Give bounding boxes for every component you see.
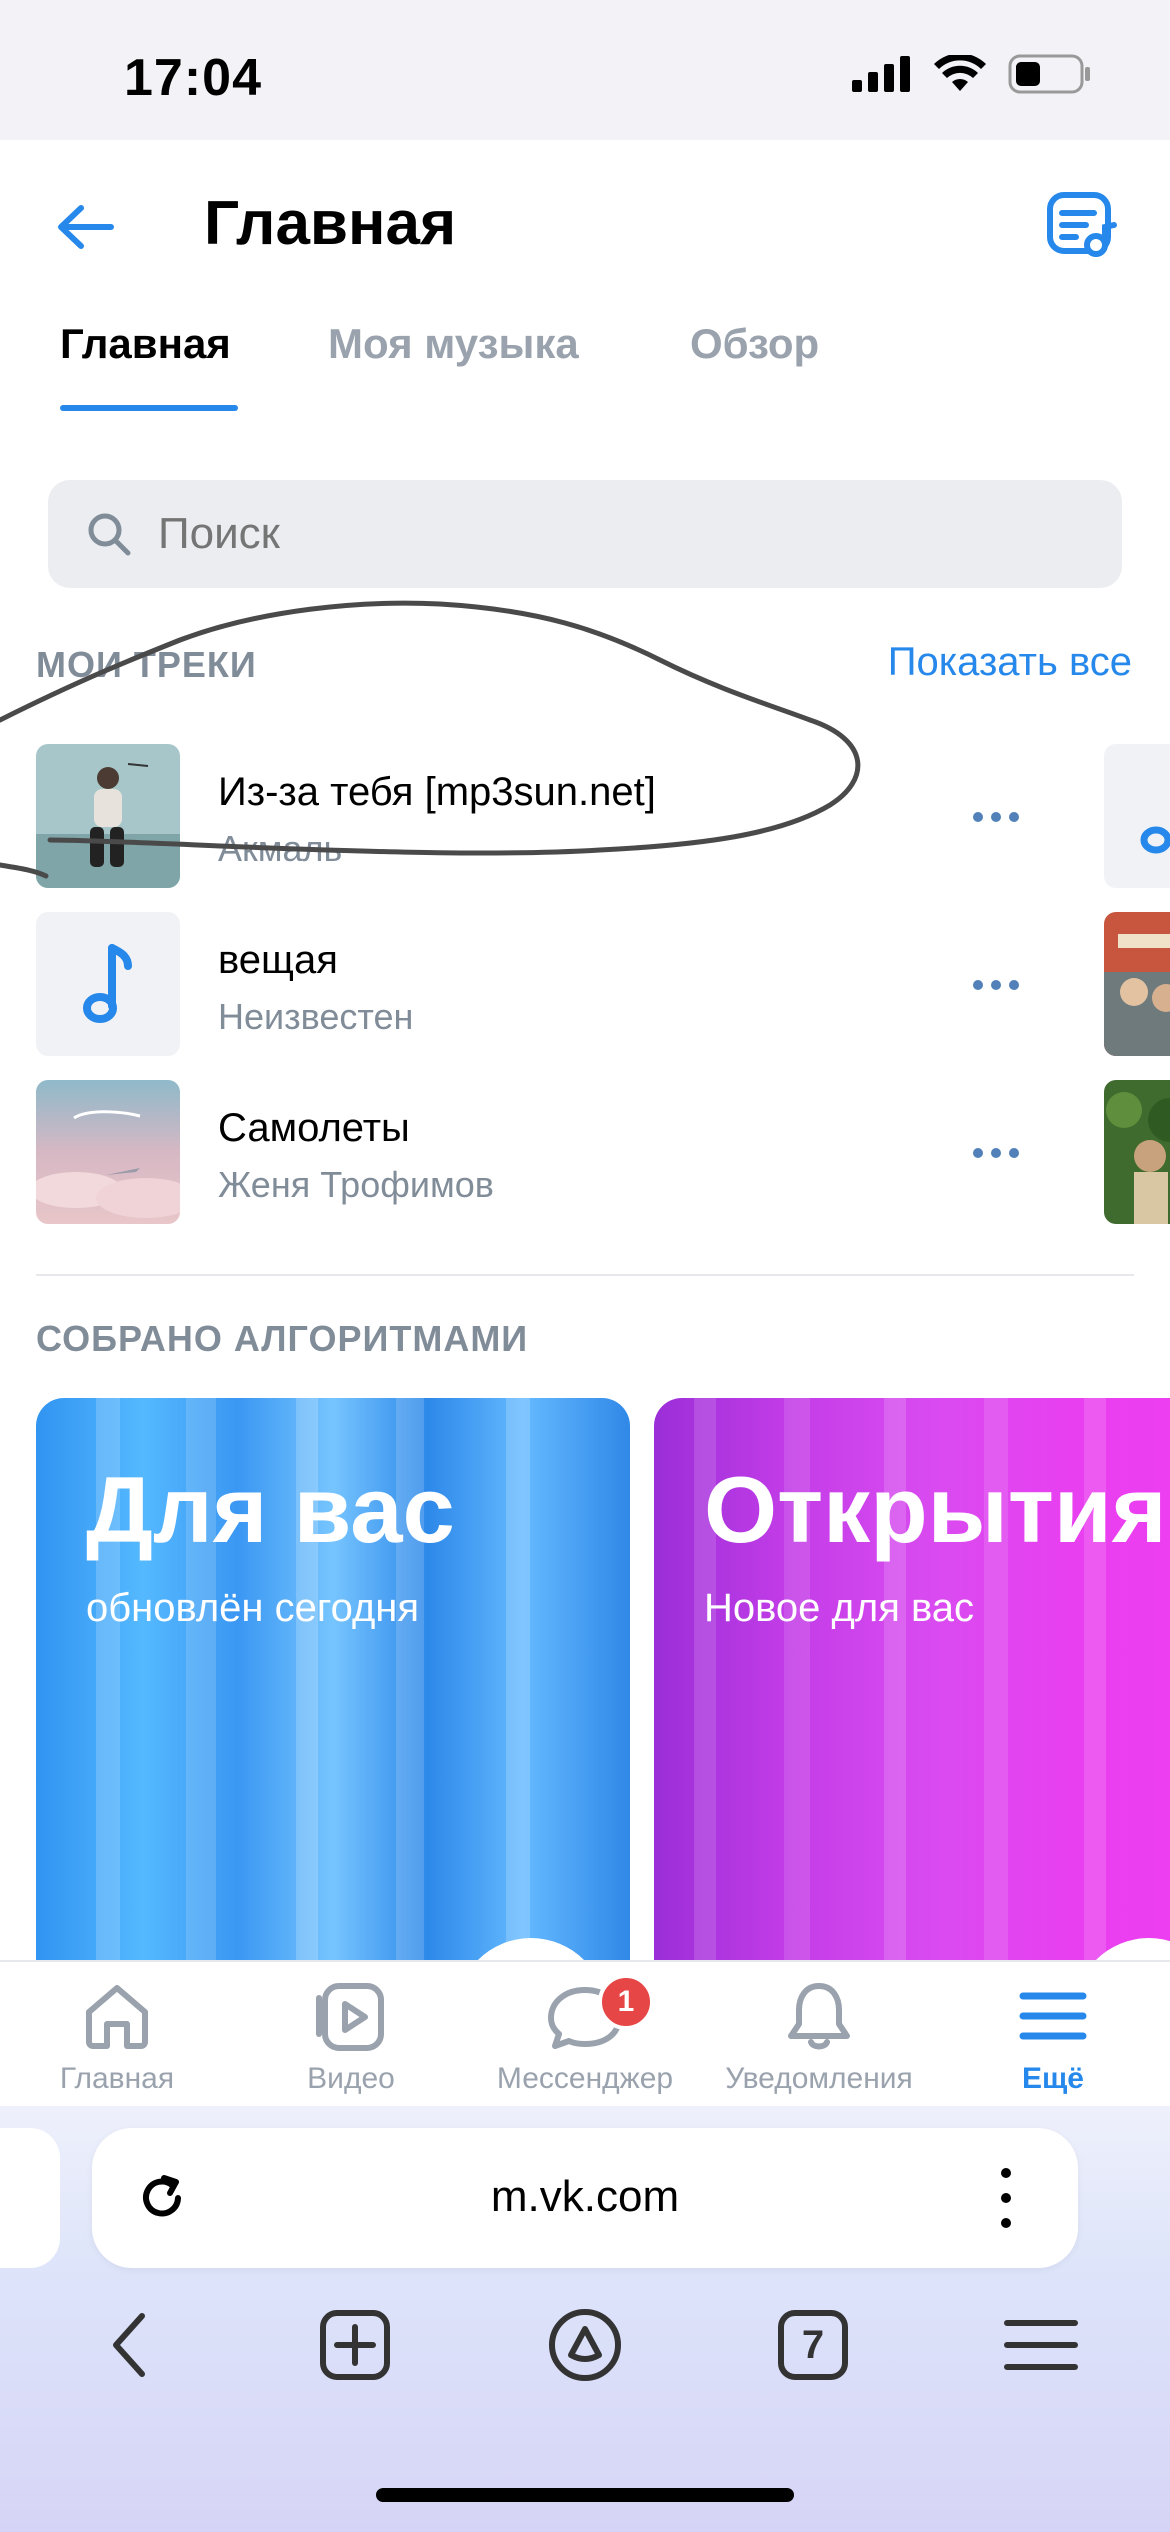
browser-menu-button[interactable] — [996, 2300, 1086, 2390]
home-icon — [86, 1985, 148, 2049]
tab-underline — [60, 405, 238, 411]
home-indicator — [376, 2488, 794, 2502]
url-text: m.vk.com — [490, 2172, 680, 2221]
arrow-left-icon — [58, 205, 114, 249]
tab-my-music[interactable]: Моя музыка — [328, 320, 579, 368]
more-options-button[interactable] — [956, 1128, 1036, 1178]
nav-label: Ещё — [1021, 2062, 1084, 2095]
nav-item-home[interactable]: Главная — [0, 1962, 234, 2108]
status-icons — [852, 54, 1092, 94]
track-artist: Женя Трофимов — [218, 1164, 494, 1205]
browser-back-button[interactable] — [84, 2300, 174, 2390]
header: Главная — [0, 140, 1170, 310]
card-title: Для вас — [86, 1457, 455, 1562]
track-title: Самолеты — [218, 1106, 410, 1150]
hamburger-icon — [1004, 2320, 1078, 2370]
nav-label: Главная — [59, 2062, 175, 2095]
more-icon — [973, 980, 983, 990]
tab-browse[interactable]: Обзор — [690, 320, 819, 368]
tabs-count: 7 — [801, 2322, 825, 2367]
section-title-algorithms: СОБРАНО АЛГОРИТМАМИ — [36, 1318, 529, 1359]
card-title: Открытия — [704, 1457, 1167, 1562]
track-title: вещая — [218, 938, 338, 982]
url-bar[interactable]: m.vk.com — [92, 2128, 1078, 2268]
tab-main[interactable]: Главная — [60, 320, 231, 368]
search-icon — [88, 513, 131, 556]
status-time: 17:04 — [124, 49, 262, 107]
battery-icon — [1008, 54, 1090, 94]
playlist-card-for-you[interactable]: Для вас обновлён сегодня — [36, 1398, 630, 1998]
bell-icon — [788, 1983, 850, 2050]
chevron-left-icon — [113, 2313, 145, 2377]
tabs-button[interactable]: 7 — [768, 2300, 858, 2390]
card-subtitle: обновлён сегодня — [86, 1586, 420, 1630]
search-input[interactable] — [158, 509, 958, 559]
playlist-icon — [1047, 192, 1117, 257]
more-icon — [973, 812, 983, 822]
bottom-nav: Главная Видео 1 Мессенджер Уведомления Е… — [0, 1960, 1170, 2106]
video-icon — [316, 1983, 384, 2051]
more-options-button[interactable] — [956, 960, 1036, 1010]
alice-icon — [549, 2309, 621, 2381]
search-bar[interactable] — [48, 480, 1122, 588]
track-item[interactable]: вещая Неизвестен — [0, 912, 1080, 1062]
nav-label: Видео — [307, 2062, 395, 2095]
scribble-annotation — [0, 600, 861, 879]
signal-icon — [852, 56, 910, 92]
plus-square-icon — [320, 2310, 390, 2380]
side-thumbnail[interactable] — [1104, 1080, 1170, 1224]
track-cover — [36, 912, 180, 1056]
music-note-icon — [1140, 826, 1170, 854]
back-button[interactable] — [50, 192, 120, 262]
wifi-icon — [934, 55, 986, 91]
nav-item-video[interactable]: Видео — [234, 1962, 468, 2108]
alice-button[interactable] — [540, 2300, 630, 2390]
side-thumbnail[interactable] — [1104, 744, 1170, 888]
browser-toolbar: m.vk.com 7 — [0, 2106, 1170, 2532]
nav-item-notifications[interactable]: Уведомления — [702, 1962, 936, 2108]
music-note-icon — [83, 944, 132, 1023]
unread-badge: 1 — [598, 1974, 654, 2030]
nav-label: Мессенджер — [496, 2062, 674, 2095]
menu-icon — [1019, 1992, 1087, 2040]
side-thumbnail[interactable] — [1104, 912, 1170, 1056]
url-menu-button[interactable] — [996, 2168, 1016, 2228]
playlist-button[interactable] — [1042, 186, 1122, 266]
previous-tab[interactable] — [0, 2128, 60, 2268]
more-icon — [973, 1148, 983, 1158]
more-options-button[interactable] — [956, 792, 1036, 842]
track-artist: Неизвестен — [218, 996, 414, 1037]
page-title: Главная — [204, 189, 457, 258]
track-item[interactable]: Самолеты Женя Трофимов — [0, 1080, 1080, 1230]
tabs: Главная Моя музыка Обзор — [0, 310, 1170, 411]
divider — [36, 1274, 1134, 1276]
track-cover — [36, 1080, 180, 1224]
nav-item-messenger[interactable]: 1 Мессенджер — [468, 1962, 702, 2108]
playlist-card-discoveries[interactable]: Открытия Новое для вас — [654, 1398, 1170, 1998]
new-tab-button[interactable] — [310, 2300, 400, 2390]
card-subtitle: Новое для вас — [704, 1586, 975, 1630]
nav-label: Уведомления — [725, 2062, 913, 2095]
show-all-link[interactable]: Показать все — [888, 640, 1132, 685]
status-bar: 17:04 — [0, 0, 1170, 140]
nav-item-more[interactable]: Ещё — [936, 1962, 1170, 2108]
